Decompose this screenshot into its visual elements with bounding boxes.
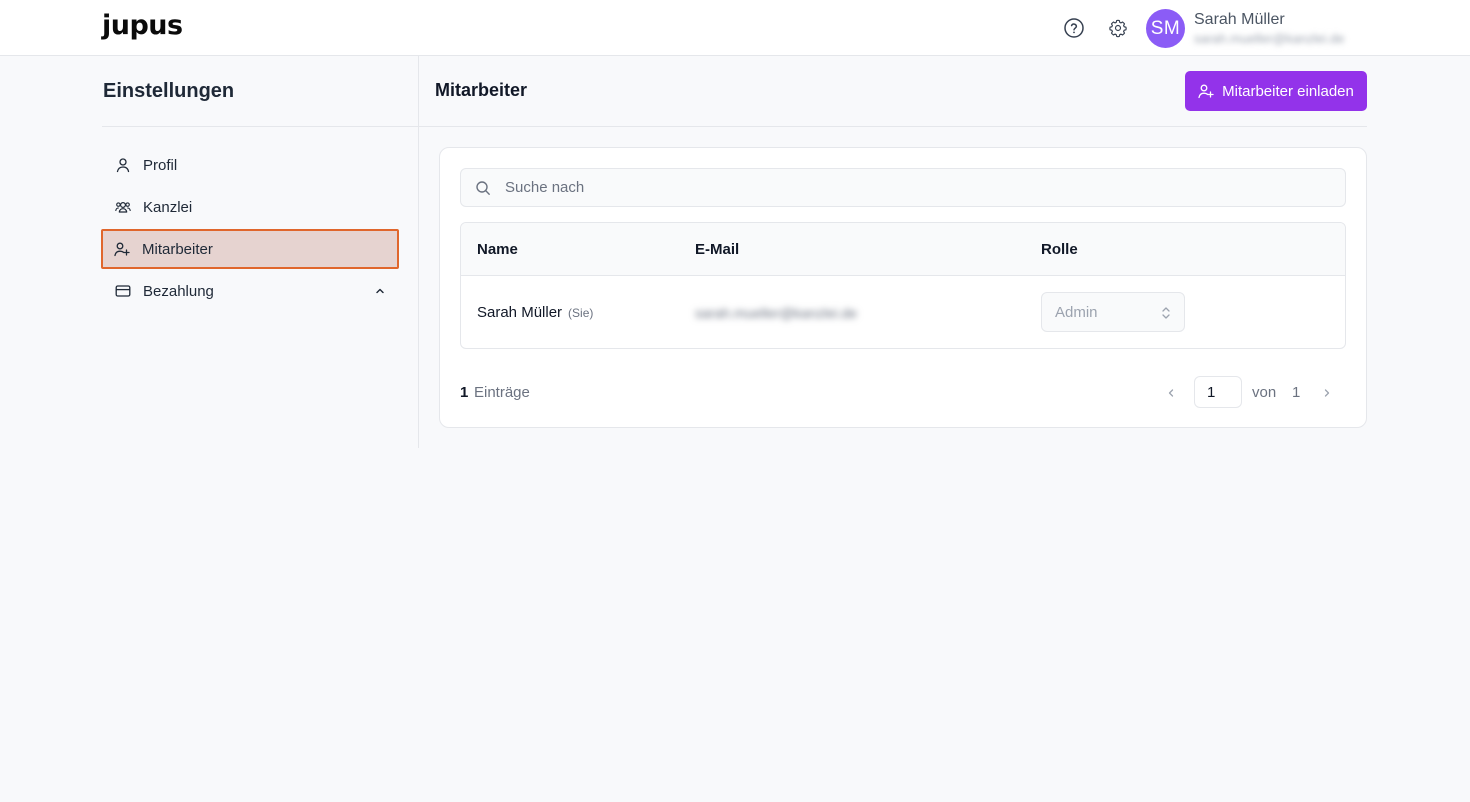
user-icon	[115, 157, 131, 173]
sidebar-item-label: Mitarbeiter	[142, 240, 213, 258]
sidebar-item-bezahlung[interactable]: Bezahlung	[102, 272, 400, 310]
help-button[interactable]	[1063, 17, 1085, 39]
column-header-role[interactable]: Rolle	[1041, 241, 1078, 258]
chevron-up-icon[interactable]	[374, 285, 386, 297]
sidebar-title: Einstellungen	[103, 80, 235, 102]
top-bar: jupus SM Sarah Müller sarah.mueller@kanz…	[0, 0, 1470, 56]
invite-employee-button[interactable]: Mitarbeiter einladen	[1185, 71, 1367, 111]
sidebar-item-label: Kanzlei	[143, 198, 193, 216]
search-input[interactable]	[505, 169, 1335, 206]
user-name: Sarah Müller	[1194, 11, 1285, 28]
gear-icon	[1109, 19, 1127, 38]
user-email: sarah.mueller@kanzlei.de	[1194, 31, 1345, 46]
employee-email: sarah.mueller@kanzlei.de	[695, 305, 858, 321]
self-tag: (Sie)	[568, 306, 594, 320]
page-number-input[interactable]	[1194, 376, 1242, 408]
invite-button-label: Mitarbeiter einladen	[1222, 82, 1354, 100]
chevron-left-icon	[1168, 389, 1174, 397]
help-circle-icon	[1064, 18, 1084, 38]
sidebar-item-label: Profil	[143, 156, 178, 174]
column-header-email[interactable]: E-Mail	[695, 241, 739, 258]
role-value: Admin	[1055, 303, 1098, 321]
of-label: von	[1252, 384, 1277, 401]
users-group-icon	[115, 199, 131, 215]
table-header: Name E-Mail Rolle	[461, 223, 1345, 276]
employee-name-cell: Sarah Müller (Sie)	[477, 304, 593, 321]
avatar[interactable]: SM	[1146, 9, 1185, 48]
sidebar-item-label: Bezahlung	[143, 282, 214, 300]
entries-label: Einträge	[474, 384, 530, 401]
search-box	[460, 168, 1346, 207]
total-pages: 1	[1292, 384, 1301, 401]
sidebar-item-profil[interactable]: Profil	[102, 146, 400, 184]
sidebar-item-mitarbeiter[interactable]: Mitarbeiter	[101, 229, 399, 269]
table-row: Sarah Müller (Sie) sarah.mueller@kanzlei.…	[461, 276, 1345, 348]
role-select[interactable]: Admin	[1041, 292, 1185, 332]
entries-count: 1	[460, 384, 469, 401]
header-divider	[419, 126, 1367, 127]
sidebar: Einstellungen Profil Kanzlei Mitarbeiter…	[101, 56, 418, 448]
chevron-right-icon	[1324, 389, 1330, 397]
credit-card-icon	[115, 283, 131, 299]
next-page-button[interactable]	[1319, 385, 1335, 401]
app-logo[interactable]: jupus	[102, 10, 183, 41]
employee-name: Sarah Müller	[477, 304, 563, 321]
user-plus-icon	[1198, 84, 1214, 99]
sidebar-item-kanzlei[interactable]: Kanzlei	[102, 188, 400, 226]
sidebar-divider	[102, 126, 418, 127]
employees-table: Name E-Mail Rolle Sarah Müller (Sie) sara…	[460, 222, 1346, 349]
chevron-up-down-icon	[1162, 307, 1170, 319]
settings-button[interactable]	[1107, 17, 1129, 39]
page-title: Mitarbeiter	[435, 80, 528, 100]
previous-page-button[interactable]	[1163, 385, 1179, 401]
user-plus-icon	[114, 241, 130, 257]
sidebar-border	[418, 56, 419, 448]
column-header-name[interactable]: Name	[477, 241, 518, 258]
search-icon	[476, 181, 490, 195]
employees-card: Name E-Mail Rolle Sarah Müller (Sie) sara…	[439, 147, 1367, 428]
